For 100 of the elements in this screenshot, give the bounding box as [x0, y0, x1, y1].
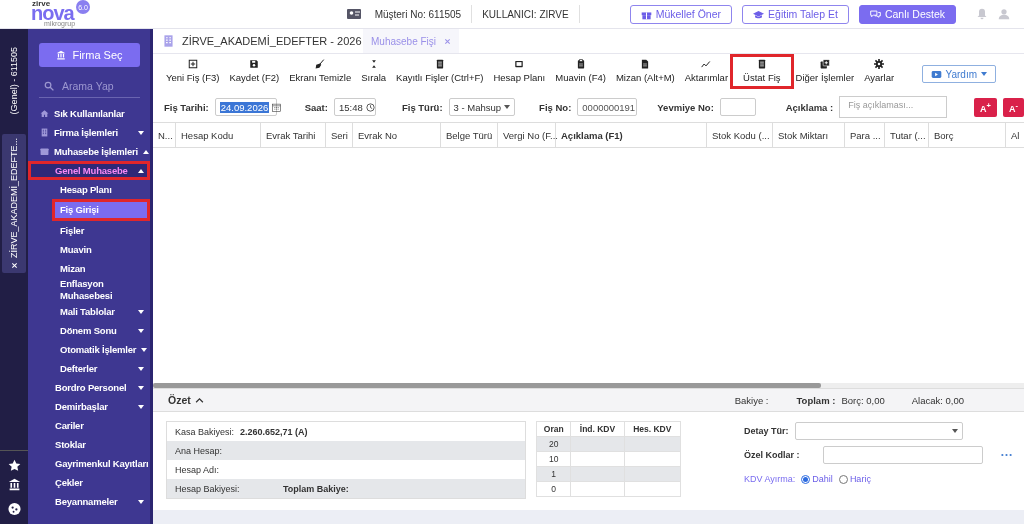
menu-item[interactable]: Muavin — [28, 240, 150, 259]
column-header[interactable]: Tutar (... — [885, 123, 929, 147]
toolbar-button[interactable]: Yeni Fiş (F3) — [161, 57, 225, 86]
column-header[interactable]: Açıklama (F1) — [556, 123, 707, 147]
toolbar-button[interactable]: Sırala — [356, 57, 392, 86]
info-label: Ana Hesap: — [175, 445, 223, 456]
star-icon[interactable] — [7, 459, 21, 472]
toolbar-button[interactable]: Ayarlar — [859, 57, 900, 86]
menu-item[interactable]: Sık Kullanılanlar — [28, 104, 150, 123]
menu-item[interactable]: Mali Tablolar — [28, 302, 150, 321]
graduation-cap-icon — [753, 8, 765, 20]
column-header[interactable]: Evrak Tarihi — [261, 123, 326, 147]
toolbar-button[interactable]: Aktarımlar — [679, 57, 734, 86]
chat-icon — [869, 8, 881, 20]
column-header[interactable]: Para ... — [845, 123, 885, 147]
column-header: Oran — [536, 421, 571, 437]
table-cell: 10 — [536, 451, 571, 467]
field-label: Detay Tür: — [744, 426, 789, 436]
toolbar-button[interactable]: Muavin (F4) — [550, 57, 611, 86]
menu-item[interactable]: Otomatik İşlemler — [28, 340, 150, 359]
firm-select-button[interactable]: Firma Seç — [39, 43, 140, 67]
settings-icon — [874, 59, 885, 69]
menu-item[interactable]: Gayrimenkul Kayıtları — [28, 454, 150, 473]
menu-item[interactable]: Çekler — [28, 473, 150, 492]
table-cell: 0 — [536, 481, 571, 497]
menu-item[interactable]: Firma İşlemleri — [28, 123, 150, 142]
info-label: Toplam Bakiye: — [283, 483, 349, 494]
search-field[interactable]: Arama Yap — [62, 78, 150, 94]
video-icon — [930, 68, 942, 80]
menu-item[interactable]: Demirbaşlar — [28, 397, 150, 416]
column-header[interactable]: Stok Miktarı — [773, 123, 845, 147]
column-header[interactable]: Seri — [326, 123, 353, 147]
menu-item[interactable]: Fiş Girişi — [52, 199, 150, 221]
menu-item[interactable]: Hesap Planı — [28, 180, 150, 199]
menu-item[interactable]: Stoklar — [28, 435, 150, 454]
user-name: KULLANICI: ZIRVE — [481, 8, 570, 20]
field-label: Yevmiye No: — [657, 101, 714, 113]
toolbar-button[interactable]: Ekranı Temizle — [284, 57, 357, 86]
column-header[interactable]: Belge Türü — [441, 123, 498, 147]
building-icon — [40, 128, 49, 137]
plus-square-icon — [187, 59, 198, 69]
column-header[interactable]: N... — [153, 123, 176, 147]
menu-item[interactable]: Muhasebe İşlemleri — [28, 142, 150, 161]
document-list-icon — [434, 59, 445, 69]
toolbar-button[interactable]: Kaydet (F2) — [224, 57, 285, 86]
toolbar-button[interactable]: Kayıtlı Fişler (Ctrl+F) — [391, 57, 489, 86]
menu-item[interactable]: Dönem Sonu — [28, 321, 150, 340]
building-icon — [162, 34, 175, 48]
more-icon[interactable] — [1000, 452, 1012, 458]
menu-item[interactable]: Genel Muhasebe — [28, 161, 150, 180]
info-value: 2.260.652,71 (A) — [240, 426, 308, 437]
info-label: Hesap Adı: — [175, 464, 220, 475]
logo-caption: zirve — [32, 0, 51, 8]
toolbar-button[interactable]: Diğer İşlemler — [790, 57, 860, 86]
document-icon — [640, 59, 651, 69]
chevron-icon[interactable] — [194, 395, 204, 405]
menu-item[interactable]: Enflasyon Muhasebesi — [28, 278, 150, 302]
font-size-button[interactable]: A$^{-}$ — [1003, 97, 1024, 117]
column-header[interactable]: Stok Kodu (... — [707, 123, 773, 147]
header-button[interactable]: Eğitim Talep Et — [742, 4, 849, 24]
radio-option[interactable]: Hariç — [838, 474, 871, 484]
time-field[interactable]: 15:48 — [333, 98, 376, 116]
field-label: Saat: — [304, 101, 328, 113]
bank-icon[interactable] — [7, 478, 21, 491]
menu-item[interactable]: Defterler — [28, 359, 150, 378]
menu-item[interactable]: Bordro Personel — [28, 378, 150, 397]
column-header: Hes. KDV — [624, 421, 681, 437]
column-header[interactable]: Borç — [929, 123, 1006, 147]
field-label: Açıklama : — [785, 101, 834, 113]
column-header: İnd. KDV — [570, 421, 624, 437]
help-button[interactable]: Yardım — [921, 65, 996, 83]
journal-number-field[interactable] — [719, 98, 756, 116]
calendar-icon — [272, 102, 282, 112]
logo-wordmark: nova — [31, 5, 74, 22]
header-button[interactable]: Mükellef Öner — [629, 4, 733, 24]
company-tab[interactable]: ZİRVE_AKADEMİ_EDEFTE... — [2, 134, 26, 274]
clipboard-icon — [575, 59, 586, 69]
toolbar-button[interactable]: Mizan (Alt+M) — [610, 57, 680, 86]
toolbar-button[interactable]: Üstat Fiş — [733, 57, 791, 86]
column-header[interactable]: Vergi No (F... — [498, 123, 556, 147]
font-size-button[interactable]: A$^{+}$ — [974, 97, 997, 117]
menu-item[interactable]: Cariler — [28, 416, 150, 435]
menu-item[interactable]: Beyannameler — [28, 492, 150, 511]
voucher-type-select[interactable]: 3 - Mahsup — [448, 98, 516, 116]
cookie-icon[interactable] — [6, 501, 22, 516]
copy-icon — [819, 59, 830, 69]
menu-item[interactable]: Mizan — [28, 259, 150, 278]
voucher-number-field[interactable]: 0000000191 — [577, 98, 638, 116]
radio-option[interactable]: Dahil — [801, 474, 833, 484]
workspace-title: ZİRVE_AKADEMİ_EDEFTER - 2026 — [182, 35, 362, 47]
broom-icon — [315, 59, 326, 69]
menu-item[interactable]: Fişler — [28, 221, 150, 240]
header-button[interactable]: Canlı Destek — [858, 4, 956, 24]
column-header[interactable]: Al — [1006, 123, 1024, 147]
column-header[interactable]: Hesap Kodu — [176, 123, 261, 147]
bank-icon — [56, 50, 67, 60]
special-codes-field[interactable] — [822, 446, 983, 464]
column-header[interactable]: Evrak No — [353, 123, 441, 147]
toolbar-button[interactable]: Hesap Planı — [488, 57, 551, 86]
clock-icon — [365, 102, 375, 112]
